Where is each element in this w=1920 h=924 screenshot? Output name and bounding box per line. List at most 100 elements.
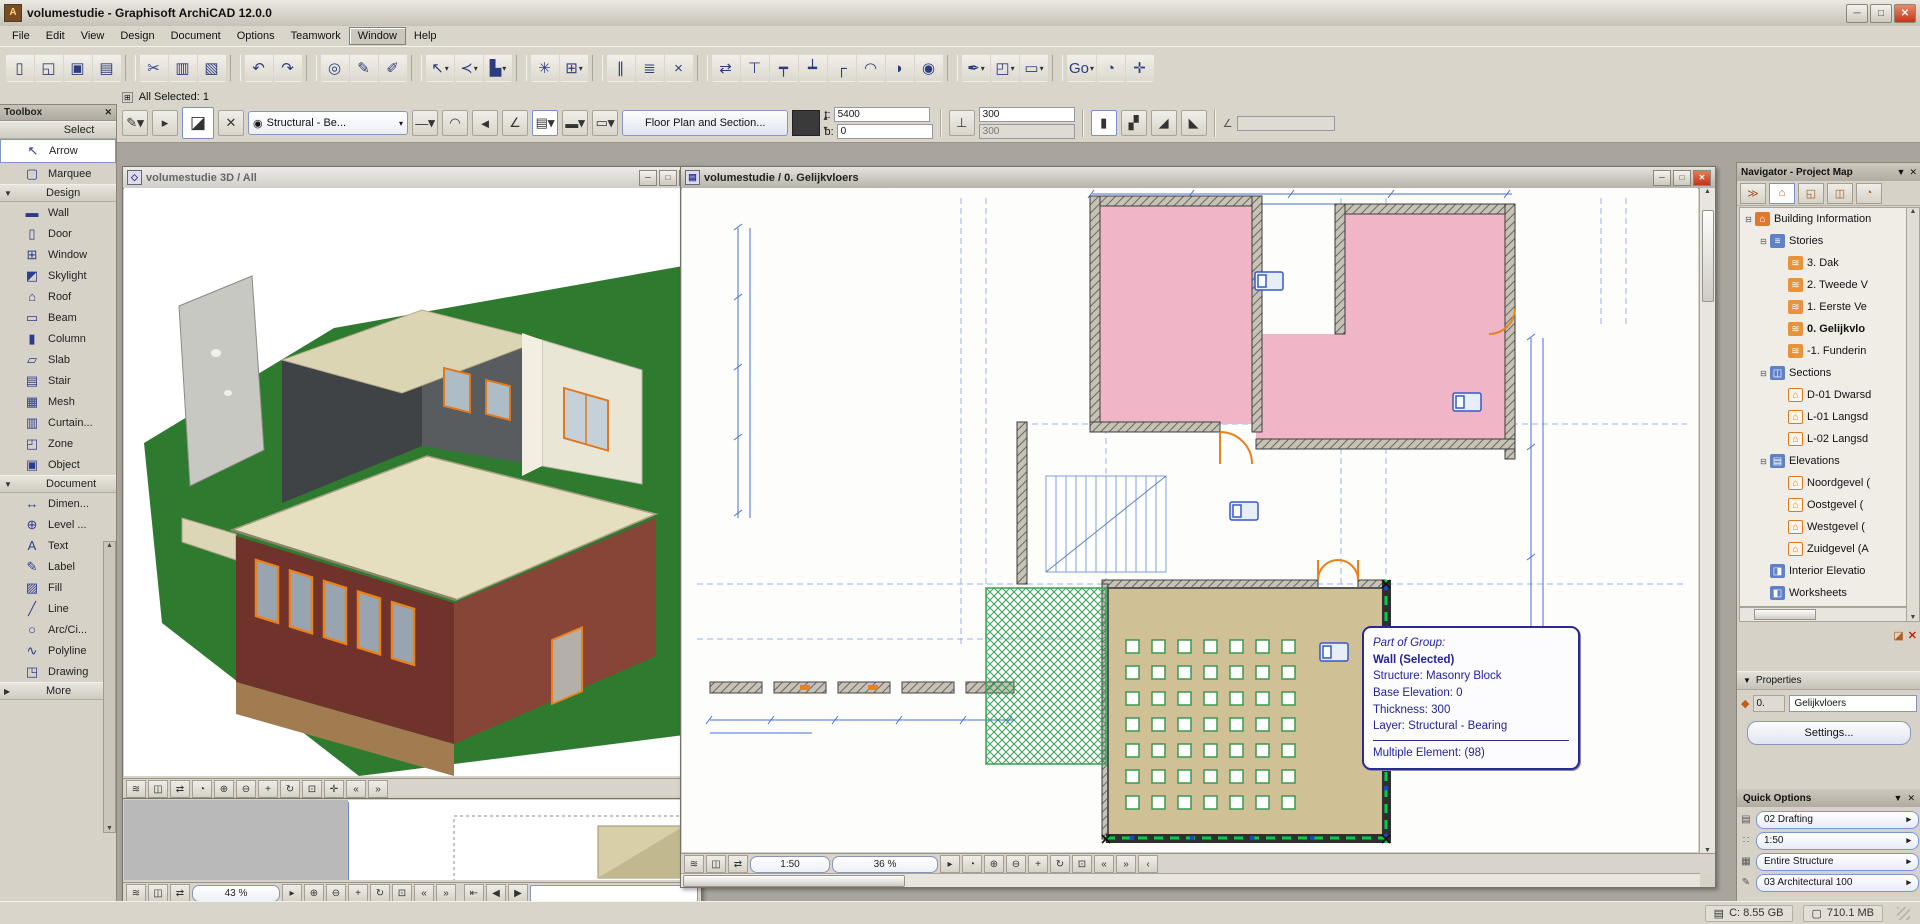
tree-vertical-scrollbar[interactable]: ▲▼ [1906, 207, 1920, 622]
quick-options-icon[interactable]: ≋ [126, 780, 146, 798]
bottom-link-icon[interactable]: ┷ [799, 54, 827, 82]
skylight-tool[interactable]: ◩ Skylight [0, 265, 116, 286]
orbit-icon[interactable]: ◔ [962, 855, 982, 873]
dimension-tool[interactable]: ↔ Dimen... [0, 493, 116, 514]
favorites-icon[interactable]: ▸ [152, 110, 178, 136]
wall-tool[interactable]: ▬ Wall [0, 202, 116, 223]
rotate-icon[interactable]: ↻ [1050, 855, 1070, 873]
navigator-close-icon[interactable]: ✕ [1909, 167, 1917, 178]
arc-geometry-icon[interactable]: ◠ [442, 110, 468, 136]
pen-color-icon[interactable]: ◄ [472, 110, 498, 136]
zoom-in-icon[interactable]: ⊕ [984, 855, 1004, 873]
fit-in-window-icon[interactable]: ⇄ [712, 54, 740, 82]
walk-icon[interactable]: ✛ [324, 780, 344, 798]
infobox-expander-icon[interactable]: ⊞ [122, 92, 133, 103]
inject-parameters-icon[interactable]: ✎ [350, 54, 378, 82]
project-chooser-icon[interactable]: ≫ [1740, 183, 1766, 204]
zoom-out-icon[interactable]: ⊖ [326, 884, 346, 902]
print-icon[interactable]: ▤ [93, 54, 121, 82]
layer-combination-dropdown[interactable]: 02 Drafting▸ [1756, 811, 1919, 829]
story-name-field[interactable] [530, 885, 698, 902]
scale-dropdown[interactable]: 1:50 [750, 856, 830, 873]
construction-method-dropdown[interactable]: ▤▾ [532, 110, 558, 136]
properties-header[interactable]: ▼ Properties [1737, 671, 1920, 690]
wall-slanted-button[interactable]: ▞ [1121, 110, 1147, 136]
arc-segment-icon[interactable]: ◠ [857, 54, 885, 82]
tree-toggle-icon[interactable]: ⊟ [1743, 215, 1754, 224]
fill-tool[interactable]: ▨ Fill [0, 577, 116, 598]
text-tool[interactable]: A Text [0, 535, 116, 556]
marker-tool-dropdown[interactable]: ≺▾ [455, 54, 483, 82]
walk-mode-icon[interactable]: ✛ [1126, 54, 1154, 82]
arrow-tool[interactable]: ↖ Arrow [0, 139, 116, 163]
pick-up-parameters-icon[interactable]: ◎ [321, 54, 349, 82]
toolbox-scrollbar[interactable]: ▲▼ [103, 541, 116, 833]
display-options-dropdown[interactable]: ▭▾ [1020, 54, 1048, 82]
resize-grip[interactable] [1897, 907, 1910, 920]
mesh-tool[interactable]: ▦ Mesh [0, 391, 116, 412]
close-window-icon[interactable]: × [665, 54, 693, 82]
next-zoom-icon[interactable]: » [436, 884, 456, 902]
tree-item-story-2-tweede[interactable]: ≋ 2. Tweede V [1740, 274, 1906, 296]
navigator-dropdown-icon[interactable]: ▼ [1897, 167, 1906, 178]
menu-item[interactable]: Teamwork [283, 28, 349, 44]
story-name-field[interactable]: Gelijkvloers [1789, 695, 1917, 712]
undo-icon[interactable]: ↶ [245, 54, 273, 82]
next-zoom-icon[interactable]: » [1116, 855, 1136, 873]
arc-circle-tool[interactable]: ○ Arc/Ci... [0, 619, 116, 640]
tree-item-section-l02[interactable]: ⌂ L-02 Langsd [1740, 428, 1906, 450]
corner-window-icon[interactable]: ┌ [828, 54, 856, 82]
virtual-trace-icon[interactable]: ≣ [636, 54, 664, 82]
wall-complexity-dropdown[interactable]: ▬▾ [562, 110, 588, 136]
tree-item-elevation-oostgevel[interactable]: ⌂ Oostgevel ( [1740, 494, 1906, 516]
reference-line-widget[interactable]: ▴▾ [792, 110, 820, 136]
new-viewpoint-button[interactable]: ◪ [1893, 629, 1903, 642]
layouts-dropdown[interactable]: ◰▾ [991, 54, 1019, 82]
wall-double-slanted-button[interactable]: ◢ [1151, 110, 1177, 136]
object-tool[interactable]: ▣ Object [0, 454, 116, 475]
fit-in-window-icon[interactable]: ⊡ [302, 780, 322, 798]
toolbox-close-icon[interactable]: ✕ [104, 107, 112, 118]
zoom-out-icon[interactable]: ⊖ [1006, 855, 1026, 873]
next-zoom-icon[interactable]: » [368, 780, 388, 798]
door-tool[interactable]: ▯ Door [0, 223, 116, 244]
fit-in-window-icon[interactable]: ⊡ [392, 884, 412, 902]
grid-snap-dropdown[interactable]: ⊞▾ [560, 54, 588, 82]
zoom-in-icon[interactable]: ⊕ [214, 780, 234, 798]
top-offset-field[interactable]: 5400 [834, 107, 930, 122]
delete-viewpoint-button[interactable]: ✕ [1908, 629, 1917, 642]
scale-dropdown[interactable]: 1:50▸ [1756, 832, 1919, 850]
tree-item-stories[interactable]: ⊟ ≡ Stories [1740, 230, 1906, 252]
previous-story-icon[interactable]: ◀ [486, 884, 506, 902]
pan-icon[interactable]: + [1028, 855, 1048, 873]
zoom-percent-dropdown[interactable]: 36 % [832, 856, 938, 873]
floorplan-vertical-scrollbar[interactable]: ▲▼ [1699, 188, 1715, 854]
rotate-icon[interactable]: ↻ [370, 884, 390, 902]
previous-zoom-icon[interactable]: « [346, 780, 366, 798]
floorplan-canvas[interactable]: Part of Group: Wall (Selected) Structure… [682, 188, 1698, 852]
zoom-menu-icon[interactable]: ▸ [282, 884, 302, 902]
tree-item-elevation-noordgevel[interactable]: ⌂ Noordgevel ( [1740, 472, 1906, 494]
line-type-dropdown[interactable]: —▾ [412, 110, 438, 136]
zoom-to-page-icon[interactable]: ◫ [706, 855, 726, 873]
open-icon[interactable]: ◱ [35, 54, 63, 82]
refresh-icon[interactable]: ◔ [1097, 54, 1125, 82]
menu-item[interactable]: Options [229, 28, 283, 44]
close-button[interactable]: ✕ [1894, 4, 1916, 23]
section-canvas[interactable] [124, 800, 700, 880]
layer-dropdown[interactable]: ◉ Structural - Be... ▾ [248, 111, 408, 135]
section-zoom-dropdown[interactable]: 43 % [192, 885, 280, 902]
menu-item[interactable]: Document [163, 28, 229, 44]
zoom-out-icon[interactable]: ⊖ [236, 780, 256, 798]
floorplan-title-bar[interactable]: ▤ volumestudie / 0. Gelijkvloers ─ □ ✕ [681, 167, 1715, 189]
trigger-icon[interactable]: ◗ [886, 54, 914, 82]
view-map-icon[interactable]: ◱ [1798, 183, 1824, 204]
structure-display-dropdown[interactable]: Entire Structure▸ [1756, 853, 1919, 871]
3d-minimize-icon[interactable]: ─ [639, 170, 657, 186]
curtain-wall-tool[interactable]: ▥ Curtain... [0, 412, 116, 433]
zone-tool[interactable]: ◰ Zone [0, 433, 116, 454]
slab-tool[interactable]: ▱ Slab [0, 349, 116, 370]
quick-options-icon[interactable]: ≋ [684, 855, 704, 873]
wall-trapezoid-button[interactable]: ◣ [1181, 110, 1207, 136]
stair-tool[interactable]: ▤ Stair [0, 370, 116, 391]
